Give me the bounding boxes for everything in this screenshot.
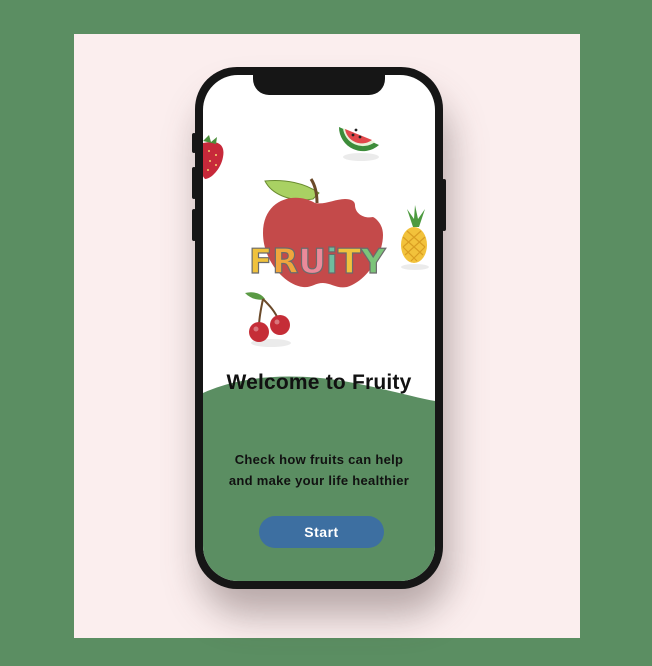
welcome-subtitle: Check how fruits can help and make your … [213, 449, 425, 491]
subtitle-line-2: and make your life healthier [228, 473, 410, 488]
phone-volume-up [192, 167, 196, 199]
subtitle-line-1: Check how fruits can help [234, 452, 404, 467]
phone-side-button [192, 133, 196, 153]
phone-volume-down [192, 209, 196, 241]
watermelon-icon [338, 127, 379, 161]
green-wave-background [203, 376, 435, 581]
phone-notch [253, 75, 385, 95]
app-screen: FRUiTY Welcome to Fruity Check how fruit… [203, 75, 435, 581]
fruity-logo-lettering: FRUiTY [249, 241, 386, 282]
pineapple-icon [401, 205, 429, 270]
svg-text:FRUiTY: FRUiTY [249, 242, 386, 282]
phone-frame: FRUiTY Welcome to Fruity Check how fruit… [192, 67, 446, 589]
welcome-title: Welcome to Fruity [226, 371, 412, 394]
phone-power-button [442, 179, 446, 231]
start-button[interactable]: Start [259, 516, 384, 548]
strawberry-icon [203, 135, 224, 179]
